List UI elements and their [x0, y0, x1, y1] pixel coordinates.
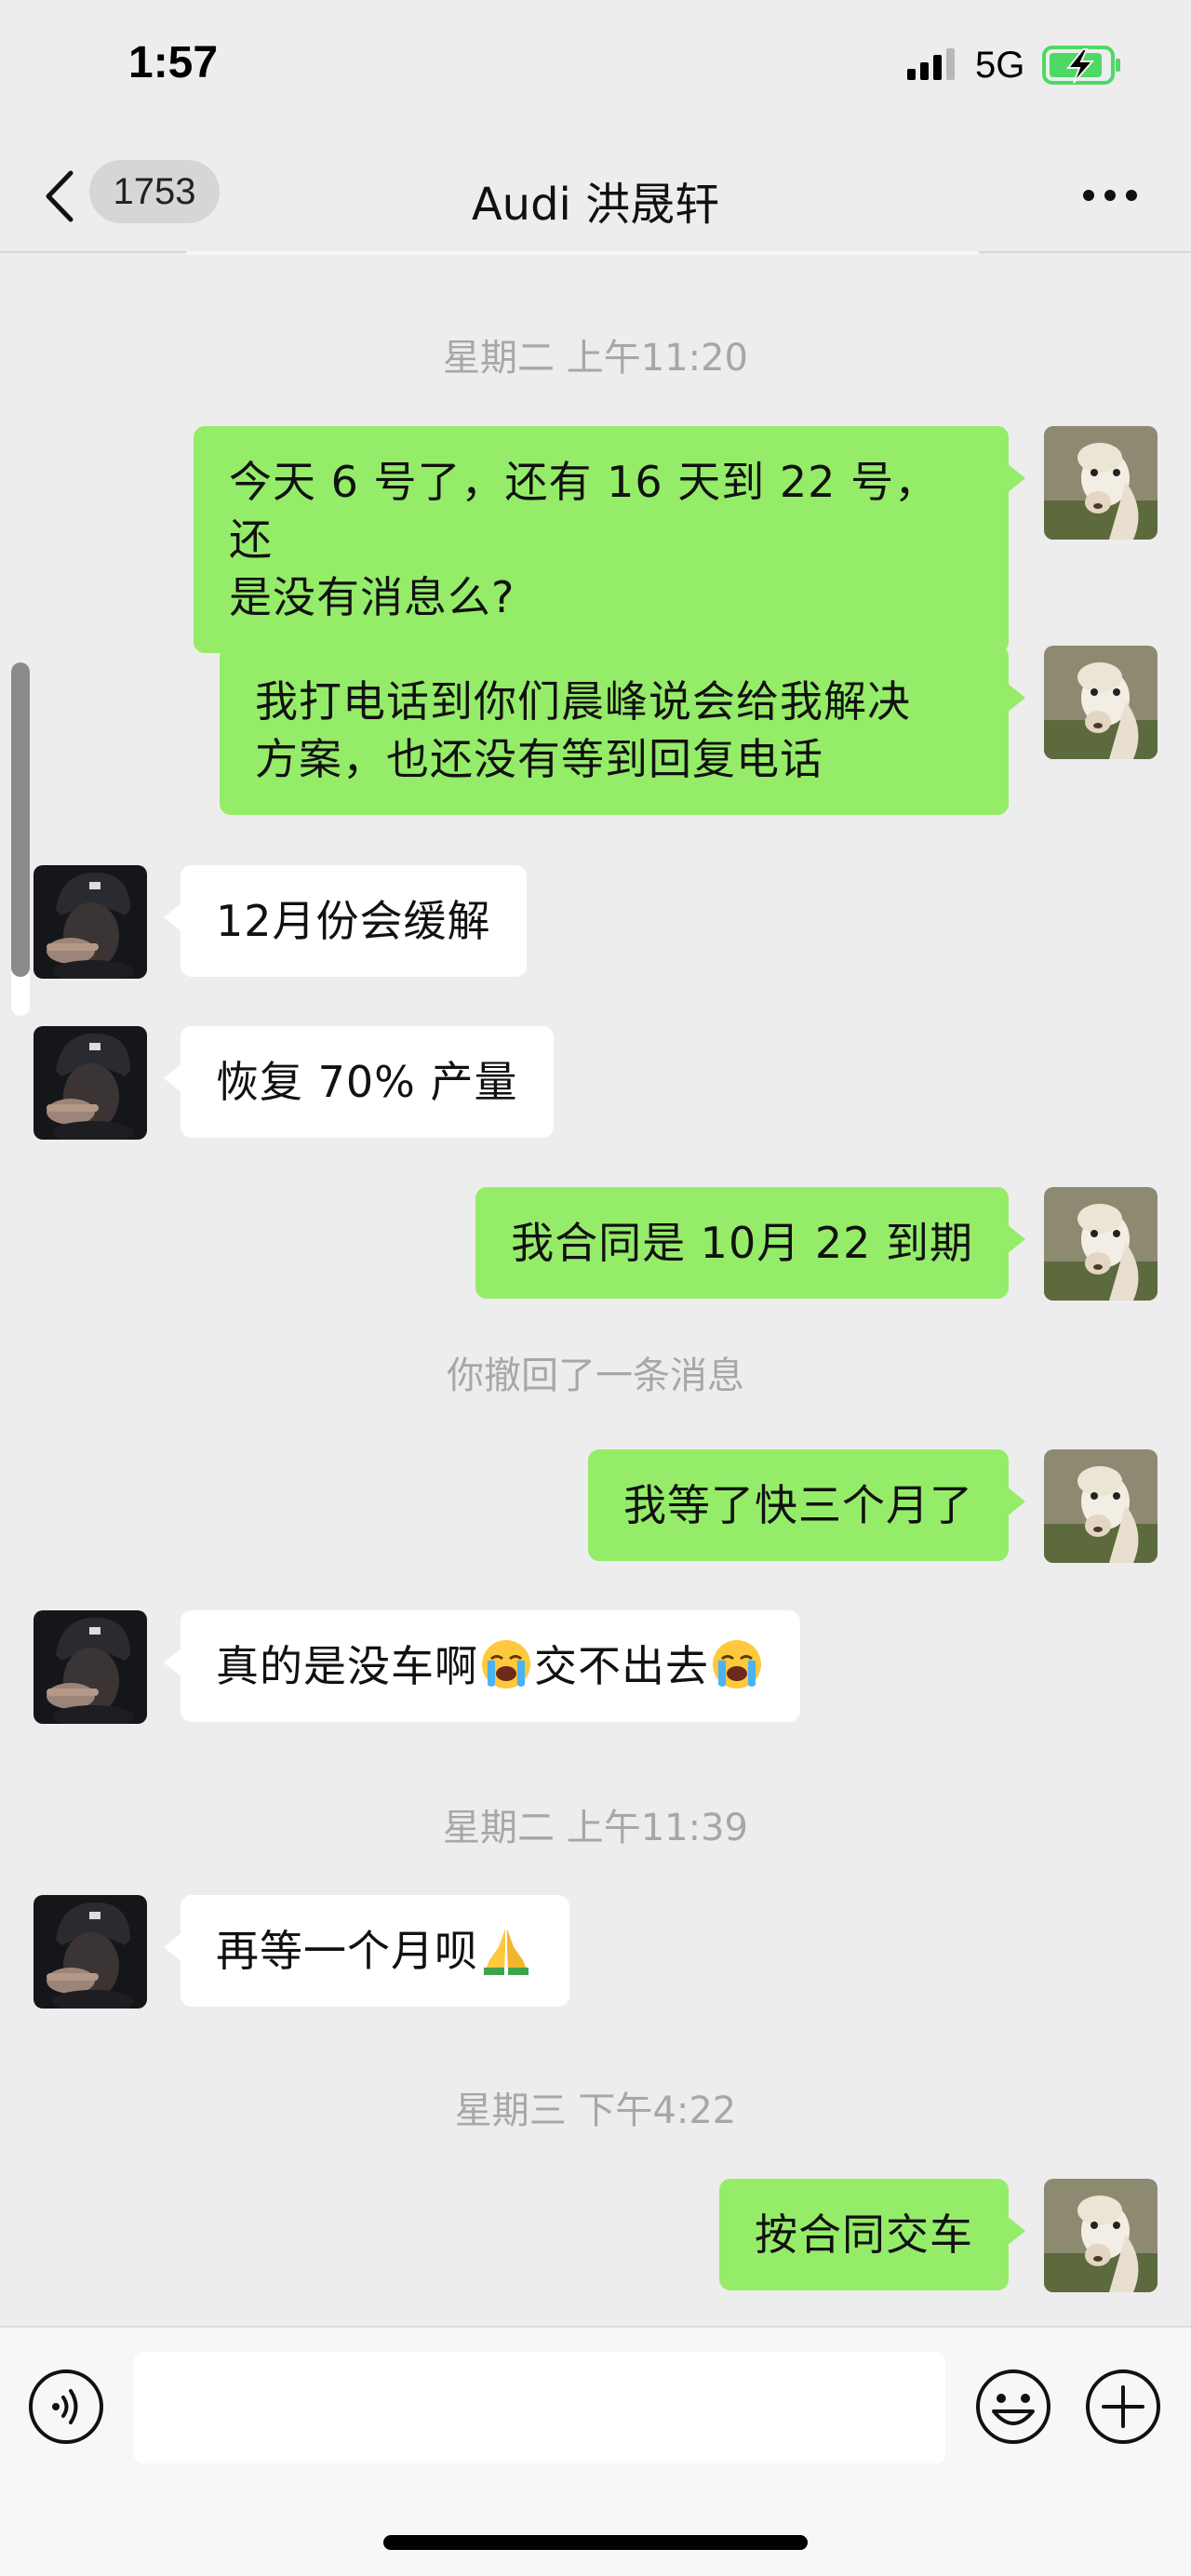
my-avatar[interactable]: [1044, 426, 1158, 540]
timestamp: 星期三 下午4:22: [454, 2089, 737, 2132]
contact-avatar[interactable]: [33, 1895, 147, 2009]
person-avatar-image: [33, 1610, 147, 1724]
scroll-thumb[interactable]: [11, 662, 30, 977]
contact-avatar[interactable]: [33, 1610, 147, 1724]
contact-avatar[interactable]: [33, 865, 147, 979]
alpaca-avatar-image: [1044, 2179, 1158, 2292]
loudly-crying-emoji-icon: [482, 1640, 530, 1688]
recalled-message-notice: 你撤回了一条消息: [447, 1355, 744, 1397]
folded-hands-emoji-icon: [484, 1929, 529, 1975]
loudly-crying-emoji-icon: [713, 1640, 761, 1688]
message-text-line: 方案，也还没有等到回复电话: [255, 734, 823, 784]
battery-charging-icon: [1042, 46, 1120, 85]
my-avatar[interactable]: [1044, 1187, 1158, 1301]
message-text: 真的是没车啊: [216, 1641, 478, 1691]
previous-message-edge: [186, 251, 979, 255]
chevron-left-icon[interactable]: [41, 169, 78, 223]
outgoing-message[interactable]: 我等了快三个月了: [588, 1449, 1025, 1561]
message-text: 交不出去: [534, 1641, 709, 1691]
plus-icon[interactable]: [1085, 2369, 1161, 2445]
message-text-line: 我打电话到你们晨峰说会给我解决: [255, 676, 911, 727]
smiley-icon[interactable]: [975, 2369, 1051, 2445]
message-text-line: 是没有消息么?: [229, 572, 515, 622]
more-dots-icon[interactable]: [1081, 184, 1139, 207]
incoming-message[interactable]: 真的是没车啊 交不出去: [164, 1610, 800, 1722]
my-avatar[interactable]: [1044, 646, 1158, 759]
timestamp: 星期二 上午11:39: [443, 1807, 748, 1849]
my-avatar[interactable]: [1044, 2179, 1158, 2292]
chat-screen: 1:57 5G 1753 Audi 洪晟轩 星期二 上午11:20 今天 6 号…: [0, 0, 1191, 2576]
alpaca-avatar-image: [1044, 1187, 1158, 1301]
person-avatar-image: [33, 1026, 147, 1140]
chat-header: 1753 Audi 洪晟轩: [0, 140, 1191, 253]
alpaca-avatar-image: [1044, 426, 1158, 540]
outgoing-message[interactable]: 我打电话到你们晨峰说会给我解决 方案，也还没有等到回复电话: [220, 646, 1025, 815]
scroll-indicator[interactable]: [11, 662, 30, 1016]
message-text-line: 今天 6 号了，还有 16 天到 22 号，还: [229, 457, 939, 565]
status-bar: 1:57 5G: [0, 0, 1191, 140]
message-text: 再等一个月呗: [216, 1926, 478, 1976]
my-avatar[interactable]: [1044, 1449, 1158, 1563]
incoming-message[interactable]: 再等一个月呗: [164, 1895, 569, 2007]
incoming-message[interactable]: 12月份会缓解: [164, 865, 527, 977]
outgoing-message[interactable]: 今天 6 号了，还有 16 天到 22 号，还 是没有消息么?: [194, 426, 1025, 653]
network-type: 5G: [975, 45, 1025, 86]
outgoing-message[interactable]: 按合同交车: [719, 2179, 1025, 2290]
chat-title: Audi 洪晟轩: [471, 179, 720, 231]
status-time: 1:57: [128, 38, 219, 87]
signal-icon: [907, 48, 955, 80]
timestamp: 星期二 上午11:20: [443, 337, 748, 380]
unread-count-badge[interactable]: 1753: [89, 160, 220, 223]
outgoing-message[interactable]: 我合同是 10月 22 到期: [475, 1187, 1025, 1299]
contact-avatar[interactable]: [33, 1026, 147, 1140]
voice-icon[interactable]: [28, 2369, 104, 2445]
home-indicator[interactable]: [383, 2535, 808, 2550]
person-avatar-image: [33, 1895, 147, 2009]
message-input[interactable]: [134, 2352, 945, 2463]
alpaca-avatar-image: [1044, 1449, 1158, 1563]
alpaca-avatar-image: [1044, 646, 1158, 759]
person-avatar-image: [33, 865, 147, 979]
incoming-message[interactable]: 恢复 70% 产量: [164, 1026, 554, 1138]
